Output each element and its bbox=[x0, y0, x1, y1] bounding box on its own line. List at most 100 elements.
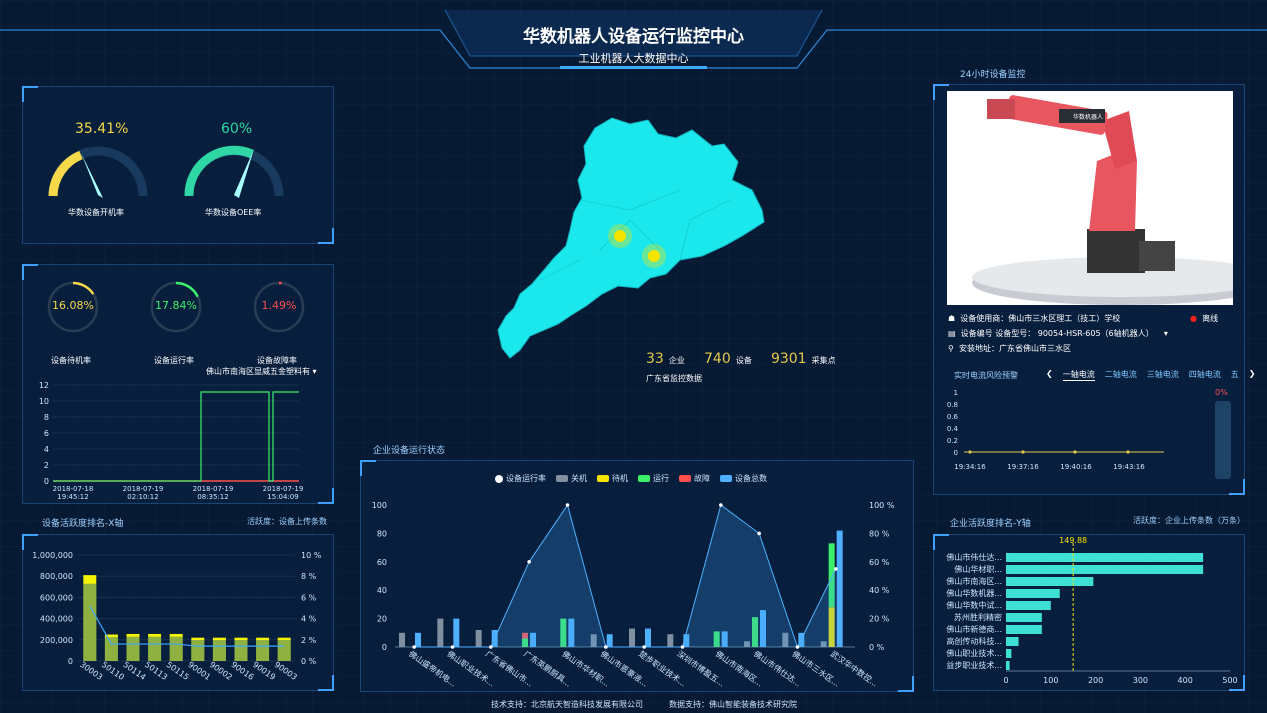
ay-y-tick: 佛山市新德商... bbox=[946, 624, 1002, 634]
ax-bar-shade bbox=[169, 636, 183, 661]
current-y-ticks: 1 0.8 0.6 0.4 0.2 0 bbox=[947, 389, 959, 457]
ay-bar[interactable] bbox=[1006, 613, 1042, 622]
ax-y2-tick: 8 % bbox=[301, 572, 317, 581]
robot-address: 安装地址：广东省佛山市三水区 bbox=[958, 344, 1071, 353]
status-section-title: 企业设备运行状态 bbox=[373, 446, 446, 456]
ring-standby: 16.08% 设备待机率 bbox=[43, 279, 103, 365]
sc-bar-total[interactable] bbox=[606, 634, 613, 647]
sc-y2-tick: 100 % bbox=[869, 501, 895, 510]
ay-bar[interactable] bbox=[1006, 589, 1060, 598]
gauge-oee-label: 华数设备OEE率 bbox=[205, 208, 262, 217]
legend-swatch bbox=[556, 475, 568, 482]
sc-y-tick: 20 bbox=[377, 615, 387, 624]
ay-bar[interactable] bbox=[1006, 637, 1019, 646]
tab-axis-4[interactable]: 四轴电流 bbox=[1189, 369, 1221, 381]
ay-x-tick: 0 bbox=[1003, 676, 1008, 685]
robot-user-row: ☗ 设备使用商：佛山市三水区理工（技工）学校 bbox=[948, 313, 1120, 324]
ring-running-label: 设备运行率 bbox=[154, 356, 194, 365]
id-card-icon: ▤ bbox=[948, 329, 956, 338]
ax-bar-shade bbox=[126, 636, 140, 661]
footer-tech: 技术支持：北京航天智造科技发展有限公司 bbox=[491, 700, 643, 709]
sc-rate-point bbox=[450, 645, 455, 649]
ay-marker-label: 149.88 bbox=[1059, 536, 1087, 545]
ax-y-tick: 200,000 bbox=[40, 636, 73, 645]
robot-model-row[interactable]: ▤ 设备编号 设备型号： 90054-HSR-605（6轴机器人） ▾ bbox=[948, 328, 1168, 339]
tab-prev-icon[interactable]: ❮ bbox=[1046, 369, 1053, 381]
gauge-power-on-dial bbox=[48, 146, 148, 198]
gauge-oee-value: 60% bbox=[221, 121, 253, 137]
legend-item[interactable]: 待机 bbox=[597, 473, 628, 484]
legend-item[interactable]: 设备运行率 bbox=[495, 473, 546, 484]
status-x-tick-date: 2018-07-19 bbox=[263, 485, 304, 493]
ring-standby-label: 设备待机率 bbox=[51, 356, 91, 365]
ay-y-tick: 佛山市南海区... bbox=[946, 576, 1002, 586]
status-y-tick: 2 bbox=[44, 461, 49, 470]
current-y-tick: 0.8 bbox=[947, 401, 958, 409]
tab-axis-3[interactable]: 三轴电流 bbox=[1147, 369, 1179, 381]
ring-running-value: 17.84% bbox=[155, 299, 197, 312]
ax-y-tick: 600,000 bbox=[40, 593, 73, 602]
tab-axis-2[interactable]: 二轴电流 bbox=[1105, 369, 1137, 381]
stat-enterprise-num: 33 bbox=[646, 351, 664, 367]
sc-y2-tick: 80 % bbox=[869, 529, 890, 538]
ay-bar[interactable] bbox=[1006, 601, 1051, 610]
status-line-chart: 121086420 2018-07-1819:45:122018-07-1902… bbox=[39, 381, 304, 501]
sc-bar-off[interactable] bbox=[437, 618, 444, 647]
sc-y-tick: 80 bbox=[377, 529, 387, 538]
ax-x-tick: 50115 bbox=[165, 660, 191, 682]
sc-bar-total[interactable] bbox=[453, 618, 460, 647]
legend-item[interactable]: 故障 bbox=[679, 473, 710, 484]
sc-bar-off[interactable] bbox=[399, 632, 405, 647]
ay-bar[interactable] bbox=[1006, 565, 1204, 574]
ax-y-tick: 0 bbox=[68, 657, 73, 666]
tab-next-icon[interactable]: ❯ bbox=[1249, 369, 1256, 381]
sc-bar-total[interactable] bbox=[415, 632, 421, 647]
current-risk-pct: 0% bbox=[1215, 388, 1228, 397]
sc-bar-off[interactable] bbox=[667, 634, 674, 647]
legend-item[interactable]: 关机 bbox=[556, 473, 587, 484]
gauge-power-on-label: 华数设备开机率 bbox=[68, 208, 124, 217]
ay-y-tick: 佛山华数机器... bbox=[946, 588, 1002, 598]
ax-x-tick: 90016 bbox=[229, 660, 255, 682]
legend-item[interactable]: 设备总数 bbox=[720, 473, 767, 484]
guangdong-map bbox=[480, 110, 780, 375]
legend-item[interactable]: 运行 bbox=[638, 473, 669, 484]
ay-bar[interactable] bbox=[1006, 553, 1204, 562]
sc-rate-point bbox=[680, 645, 685, 649]
location-pin-icon: ⚲ bbox=[948, 344, 954, 353]
ay-bar[interactable] bbox=[1006, 661, 1010, 670]
ax-y-tick: 800,000 bbox=[40, 572, 73, 581]
current-y-tick: 1 bbox=[954, 389, 958, 397]
chevron-down-icon: ▾ bbox=[312, 367, 317, 376]
sc-y2-tick: 0 % bbox=[869, 643, 885, 652]
ay-bar[interactable] bbox=[1006, 649, 1012, 658]
sc-bar-off[interactable] bbox=[475, 629, 482, 647]
ay-bar[interactable] bbox=[1006, 625, 1042, 634]
status-chart-grid bbox=[53, 384, 299, 466]
sc-rate-point bbox=[719, 503, 723, 507]
status-y-tick: 0 bbox=[44, 477, 49, 486]
tab-axis-1[interactable]: 一轴电流 bbox=[1062, 369, 1095, 381]
sc-bar-total[interactable] bbox=[836, 530, 843, 647]
company-select[interactable]: 佛山市南海区显威五金塑料有 ▾ bbox=[206, 366, 317, 377]
ax-bar-shade bbox=[256, 640, 270, 661]
ay-x-tick: 300 bbox=[1133, 676, 1148, 685]
sc-bar-total[interactable] bbox=[645, 628, 651, 647]
ax-x-tick: 90002 bbox=[208, 660, 234, 682]
sc-y2-tick: 40 % bbox=[869, 586, 890, 595]
status-bar-chart: 100806040200100 %80 %60 %40 %20 %0 %佛山盛帝… bbox=[372, 501, 895, 689]
tab-axis-5[interactable]: 五 bbox=[1231, 369, 1239, 381]
status-y-tick: 6 bbox=[44, 429, 49, 438]
gauge-oee-dial bbox=[184, 145, 284, 198]
legend-swatch bbox=[597, 475, 609, 482]
ax-x-tick: 90001 bbox=[186, 660, 212, 682]
status-x-tick-date: 2018-07-18 bbox=[53, 485, 94, 493]
sc-y2-tick: 60 % bbox=[869, 558, 890, 567]
activity-x-title: 设备活跃度排名-X轴 bbox=[42, 519, 124, 529]
ay-bar[interactable] bbox=[1006, 577, 1094, 586]
ax-bar-shade bbox=[234, 640, 248, 661]
ring-fault-label: 设备故障率 bbox=[257, 356, 297, 365]
sc-bar-off[interactable] bbox=[629, 628, 635, 647]
stat-point-unit: 采集点 bbox=[811, 356, 836, 365]
legend-label: 设备总数 bbox=[735, 474, 767, 483]
